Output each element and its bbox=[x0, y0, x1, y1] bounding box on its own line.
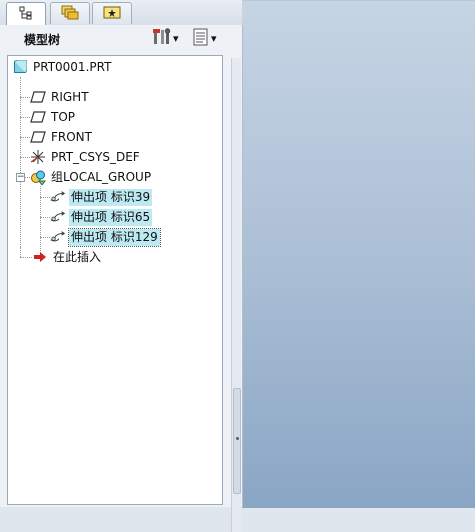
datum-plane-icon bbox=[30, 109, 46, 125]
tree-item-label: FRONT bbox=[51, 129, 92, 144]
extrude-icon bbox=[50, 209, 66, 225]
tree-item-label: PRT_CSYS_DEF bbox=[51, 149, 140, 164]
tree-root[interactable]: PRT0001.PRT bbox=[12, 58, 113, 76]
tree-settings-button[interactable]: ▾ bbox=[152, 27, 179, 49]
tree-item-top[interactable]: TOP bbox=[30, 108, 77, 126]
collapse-toggle[interactable]: − bbox=[16, 173, 25, 182]
model-tree-panel: 模型树 ▾ ▾ PRT0001.PRT RIGHT TOP FRONT PRT_… bbox=[0, 25, 243, 532]
panel-splitter[interactable] bbox=[231, 58, 241, 532]
navigator-tab-strip bbox=[0, 0, 242, 27]
tree-item-label: 伸出项 标识129 bbox=[68, 227, 161, 247]
extrude-icon bbox=[50, 189, 66, 205]
tree-item-label: 伸出项 标识65 bbox=[69, 208, 153, 226]
tree-connector bbox=[40, 197, 50, 198]
tree-item-label: 伸出项 标识39 bbox=[69, 188, 153, 206]
tree-item-label: TOP bbox=[51, 109, 76, 124]
splitter-grip bbox=[236, 437, 239, 440]
show-dropdown-arrow[interactable]: ▾ bbox=[211, 32, 217, 45]
tree-item-extrude-39[interactable]: 伸出项 标识39 bbox=[50, 188, 153, 206]
tree-connector bbox=[20, 157, 30, 158]
tree-connector bbox=[20, 117, 30, 118]
tree-item-label: 组LOCAL_GROUP bbox=[51, 169, 152, 184]
panel-title: 模型树 bbox=[24, 33, 61, 47]
tree-item-local-group[interactable]: 组LOCAL_GROUP bbox=[30, 168, 153, 186]
panel-header: 模型树 ▾ ▾ bbox=[0, 25, 242, 53]
model-tree-tab[interactable] bbox=[6, 2, 46, 26]
tree-connector bbox=[20, 247, 21, 257]
tree-item-csys[interactable]: PRT_CSYS_DEF bbox=[30, 148, 142, 166]
insert-here-label: 在此插入 bbox=[53, 249, 102, 264]
splitter-handle[interactable] bbox=[233, 388, 241, 494]
favorites-tab-icon bbox=[103, 5, 121, 22]
model-tree[interactable]: PRT0001.PRT RIGHT TOP FRONT PRT_CSYS_DEF… bbox=[7, 55, 223, 505]
part-icon bbox=[12, 59, 28, 75]
favorites-tab[interactable] bbox=[92, 2, 132, 24]
tree-connector bbox=[20, 257, 32, 258]
list-menu-icon bbox=[192, 28, 210, 49]
group-icon bbox=[30, 169, 46, 185]
show-menu-button[interactable]: ▾ bbox=[192, 28, 217, 48]
tree-item-label: RIGHT bbox=[51, 89, 89, 104]
tree-item-front[interactable]: FRONT bbox=[30, 128, 94, 146]
extrude-icon bbox=[50, 229, 66, 245]
model-tree-tab-icon bbox=[18, 6, 34, 23]
folder-browser-tab-icon bbox=[60, 4, 80, 23]
tree-connector bbox=[40, 237, 50, 238]
datum-plane-icon bbox=[30, 129, 46, 145]
tools-icon bbox=[152, 27, 172, 49]
coordinate-system-icon bbox=[30, 149, 46, 165]
folder-browser-tab[interactable] bbox=[50, 2, 90, 24]
tree-item-extrude-129[interactable]: 伸出项 标识129 bbox=[50, 227, 161, 247]
tree-item-extrude-65[interactable]: 伸出项 标识65 bbox=[50, 208, 153, 226]
tree-connector bbox=[20, 77, 21, 247]
settings-dropdown-arrow[interactable]: ▾ bbox=[173, 32, 179, 45]
datum-plane-icon bbox=[30, 89, 46, 105]
graphics-viewport[interactable] bbox=[242, 0, 475, 508]
insert-arrow-icon bbox=[32, 249, 48, 265]
tree-connector bbox=[20, 137, 30, 138]
tree-item-right[interactable]: RIGHT bbox=[30, 88, 91, 106]
tree-connector bbox=[20, 97, 30, 98]
tree-insert-here[interactable]: 在此插入 bbox=[32, 248, 103, 266]
tree-connector bbox=[40, 217, 50, 218]
tree-root-label: PRT0001.PRT bbox=[33, 59, 112, 74]
